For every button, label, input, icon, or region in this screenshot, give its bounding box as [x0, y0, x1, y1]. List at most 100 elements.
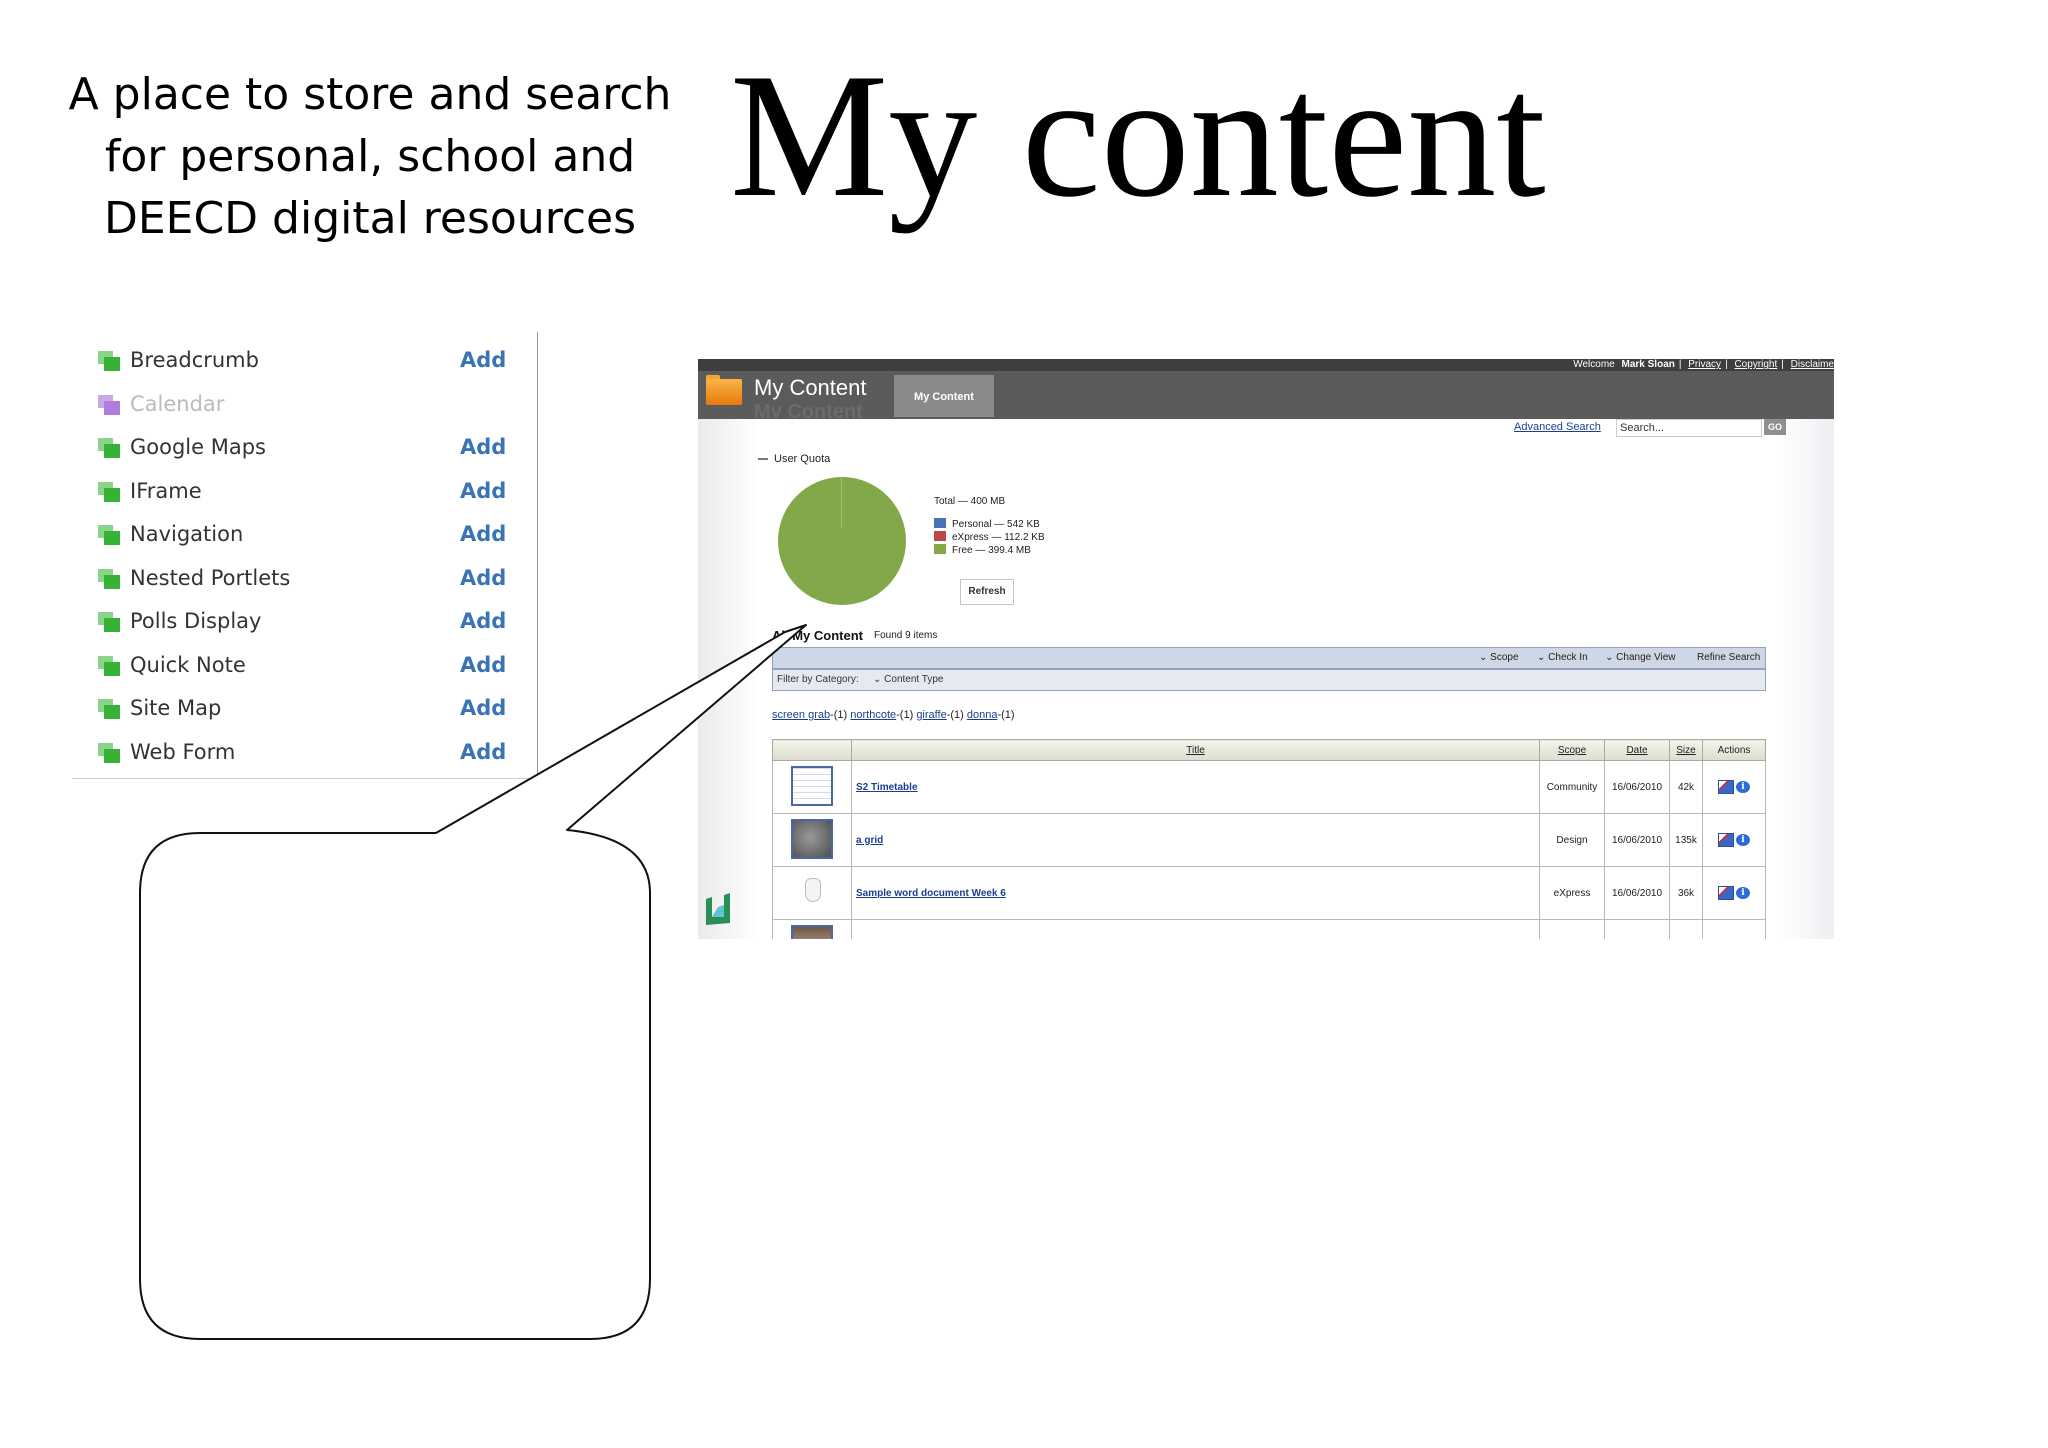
tag-link[interactable]: giraffe — [916, 709, 946, 721]
info-icon[interactable]: i — [1736, 781, 1750, 793]
scope-cell: eXpress — [1539, 866, 1605, 920]
col-title[interactable]: Title — [851, 739, 1540, 761]
actions-cell: i — [1702, 760, 1766, 814]
green-portlet-icon — [98, 525, 120, 545]
portlet-item: Calendar — [72, 384, 532, 428]
privacy-link[interactable]: Privacy — [1688, 359, 1721, 370]
app-title: My Content — [754, 375, 867, 400]
results-toolbar: ⌄ Scope ⌄ Check In ⌄ Change View Refine … — [772, 647, 1766, 669]
add-portlet-link[interactable]: Add — [460, 740, 506, 764]
scope-dropdown[interactable]: ⌄ Scope — [1479, 652, 1519, 663]
refine-search-button[interactable]: Refine Search — [1697, 652, 1760, 663]
folder-icon — [706, 375, 742, 405]
copyright-link[interactable]: Copyright — [1734, 359, 1777, 370]
portlet-label: Calendar — [130, 391, 225, 416]
tag-link[interactable]: donna — [967, 709, 998, 721]
portlet-label: Breadcrumb — [130, 348, 259, 372]
found-count: Found 9 items — [874, 630, 938, 641]
slide-heading: My content — [730, 36, 1546, 234]
add-portlet-link[interactable]: Add — [460, 435, 506, 459]
portlet-item[interactable]: IFrame Add — [72, 471, 532, 515]
portlet-item[interactable]: Quick Note Add — [72, 645, 532, 689]
purple-portlet-icon — [98, 394, 120, 415]
col-date[interactable]: Date — [1604, 739, 1670, 761]
add-portlet-link[interactable]: Add — [460, 479, 506, 503]
portlet-item[interactable]: Google Maps Add — [72, 427, 532, 471]
table-row: Wills face stretchedeXpress16/06/201070k… — [772, 919, 1766, 939]
portlet-list-border — [537, 332, 538, 794]
col-scope[interactable]: Scope — [1539, 739, 1605, 761]
info-icon[interactable]: i — [1736, 834, 1750, 846]
thumbnail-cell — [772, 866, 852, 920]
content-type-dropdown[interactable]: ⌄ Content Type — [873, 674, 943, 685]
info-icon[interactable]: i — [1736, 887, 1750, 899]
title-cell: Sample word document Week 6 — [851, 866, 1540, 920]
go-button[interactable]: GO — [1764, 419, 1786, 435]
title-cell: Wills face stretched — [851, 919, 1540, 939]
add-portlet-link[interactable]: Add — [460, 348, 506, 372]
thumbnail-cell — [772, 919, 852, 939]
portlet-item[interactable]: Site Map Add — [72, 688, 532, 732]
disclaimer-link[interactable]: Disclaime — [1791, 359, 1834, 370]
green-portlet-icon — [98, 612, 120, 632]
green-portlet-icon — [98, 568, 120, 589]
tag-link[interactable]: screen grab — [772, 709, 830, 721]
legend-swatch — [934, 531, 946, 541]
legend-swatch — [934, 544, 946, 554]
date-cell: 16/06/2010 — [1604, 866, 1670, 920]
portlet-label: Nested Portlets — [130, 565, 291, 590]
item-title-link[interactable]: S2 Timetable — [856, 782, 918, 793]
edit-icon[interactable] — [1718, 833, 1734, 847]
item-title-link[interactable]: Sample word document Week 6 — [856, 888, 1006, 899]
quota-pie-chart — [778, 477, 906, 605]
portlet-item[interactable]: Nested Portlets Add — [72, 558, 532, 602]
portlet-label: IFrame — [130, 478, 202, 503]
edit-icon[interactable] — [1718, 886, 1734, 900]
tab-my-content[interactable]: My Content — [894, 375, 994, 417]
portlet-label: Web Form — [130, 739, 236, 764]
change-view-dropdown[interactable]: ⌄ Change View — [1605, 652, 1675, 663]
check-in-dropdown[interactable]: ⌄ Check In — [1537, 652, 1588, 663]
photo-thumbnail[interactable] — [791, 924, 833, 939]
header-bar: My Content My Content My Content Welcome… — [698, 359, 1834, 423]
scope-cell: Community — [1539, 760, 1605, 814]
content-table: Title Scope Date Size Actions S2 Timetab… — [772, 739, 1766, 939]
add-portlet-link[interactable]: Add — [460, 522, 506, 546]
timetable-thumbnail[interactable] — [791, 765, 833, 806]
document-thumbnail[interactable] — [791, 871, 833, 912]
size-cell: 135k — [1669, 813, 1703, 867]
actions-cell: i — [1702, 813, 1766, 867]
table-row: S2 Timetable Community 16/06/2010 42k i — [772, 760, 1766, 814]
thumbnail-cell — [772, 760, 852, 814]
search-input[interactable]: Search... — [1616, 419, 1762, 437]
portlet-item[interactable]: Navigation Add — [72, 514, 532, 558]
intro-line-3: DEECD digital resources — [103, 193, 637, 244]
advanced-search-link[interactable]: Advanced Search — [1514, 421, 1601, 433]
portlet-list-divider — [72, 778, 532, 779]
green-portlet-icon — [98, 742, 120, 763]
user-quota-toggle[interactable]: User Quota — [758, 453, 830, 465]
scope-cell: Design — [1539, 813, 1605, 867]
add-portlet-link[interactable]: Add — [460, 696, 506, 720]
green-portlet-icon — [98, 438, 120, 458]
date-cell: 16/06/2010 — [1604, 760, 1670, 814]
add-portlet-link[interactable]: Add — [460, 566, 506, 590]
table-row: a grid Design 16/06/2010 135k i — [772, 813, 1766, 867]
portlet-item[interactable]: Web Form Add — [72, 732, 532, 776]
portlet-item[interactable]: Breadcrumb Add — [72, 340, 532, 384]
tag-link[interactable]: northcote — [850, 709, 896, 721]
portlet-label: Quick Note — [130, 652, 246, 677]
portlet-item[interactable]: Polls Display Add — [72, 601, 532, 645]
item-title-link[interactable]: a grid — [856, 835, 883, 846]
col-size[interactable]: Size — [1669, 739, 1703, 761]
add-portlet-link[interactable]: Add — [460, 653, 506, 677]
edit-icon[interactable] — [1718, 780, 1734, 794]
refresh-button[interactable]: Refresh — [960, 579, 1014, 605]
quota-total: Total — 400 MB — [934, 496, 1006, 507]
actions-cell: i — [1702, 919, 1766, 939]
table-row: Sample word document Week 6 eXpress 16/06/… — [772, 866, 1766, 920]
add-portlet-link[interactable]: Add — [460, 609, 506, 633]
app-logo — [706, 893, 730, 925]
actions-cell: i — [1702, 866, 1766, 920]
grid-thumbnail[interactable] — [791, 818, 833, 859]
